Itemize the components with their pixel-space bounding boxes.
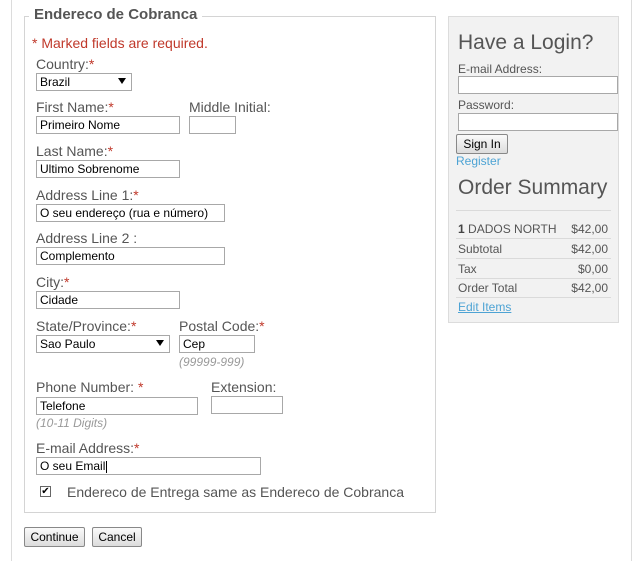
same-address-label: Endereco de Entrega same as Endereco de … [67, 484, 404, 500]
first-name-label: First Name:* [36, 99, 114, 115]
city-label: City:* [36, 274, 70, 290]
chevron-down-icon [118, 78, 126, 84]
subtotal-value: $42,00 [571, 242, 608, 256]
middle-initial-input[interactable] [189, 116, 236, 134]
email-label: E-mail Address:* [36, 440, 140, 456]
phone-label: Phone Number: * [36, 379, 144, 395]
postal-code-label: Postal Code:* [179, 318, 265, 334]
phone-input[interactable]: Telefone [36, 397, 198, 415]
state-select[interactable]: Sao Paulo [36, 335, 170, 353]
cancel-button[interactable]: Cancel [92, 527, 142, 547]
order-divider [456, 278, 611, 279]
order-total-value: $42,00 [571, 281, 608, 295]
country-label: Country:* [36, 56, 95, 72]
order-divider [456, 238, 611, 239]
last-name-label: Last Name:* [36, 143, 114, 159]
order-summary-title: Order Summary [458, 176, 608, 199]
edit-items-link[interactable]: Edit Items [458, 300, 511, 314]
subtotal-label: Subtotal [458, 242, 503, 256]
address1-label: Address Line 1:* [36, 187, 139, 203]
middle-initial-label: Middle Initial: [189, 99, 271, 115]
order-total-label: Order Total [458, 281, 518, 295]
login-email-input[interactable] [458, 76, 618, 94]
order-divider [456, 258, 611, 259]
city-input[interactable]: Cidade [36, 291, 180, 309]
email-input[interactable]: O seu Email [36, 457, 261, 475]
address2-input[interactable]: Complemento [36, 247, 225, 265]
chevron-down-icon [156, 340, 164, 346]
page-border-right [631, 0, 632, 561]
phone-hint: (10-11 Digits) [36, 416, 108, 430]
address1-input[interactable]: O seu endereço (rua e número) [36, 204, 225, 222]
login-password-input[interactable] [458, 113, 618, 131]
order-item-price: $42,00 [571, 222, 608, 236]
extension-label: Extension: [211, 379, 277, 395]
order-divider [456, 297, 611, 298]
page-border-left [11, 0, 12, 561]
address2-label: Address Line 2 : [36, 230, 138, 246]
order-divider [456, 210, 611, 211]
first-name-input[interactable]: Primeiro Nome [36, 116, 180, 134]
register-link[interactable]: Register [456, 154, 501, 168]
same-address-checkbox[interactable]: ✔ [40, 486, 51, 497]
sign-in-button[interactable]: Sign In [456, 134, 508, 154]
tax-label: Tax [458, 262, 477, 276]
continue-button[interactable]: Continue [24, 527, 85, 547]
text-cursor [106, 460, 108, 473]
postal-code-input[interactable]: Cep [179, 335, 255, 353]
order-item-qty: 1 [458, 222, 465, 236]
login-password-label: Password: [458, 98, 515, 112]
billing-legend: Endereco de Cobranca [29, 6, 203, 23]
last-name-input[interactable]: Ultimo Sobrenome [36, 160, 180, 178]
required-note: * Marked fields are required. [32, 35, 208, 51]
login-title: Have a Login? [458, 31, 594, 54]
tax-value: $0,00 [577, 262, 608, 276]
postal-code-hint: (99999-999) [179, 355, 245, 369]
extension-input[interactable] [211, 396, 283, 414]
order-item-name: 1 DADOS NORTH [458, 222, 557, 236]
country-select[interactable]: Brazil [36, 73, 132, 91]
state-label: State/Province:* [36, 318, 137, 334]
login-email-label: E-mail Address: [458, 62, 543, 76]
